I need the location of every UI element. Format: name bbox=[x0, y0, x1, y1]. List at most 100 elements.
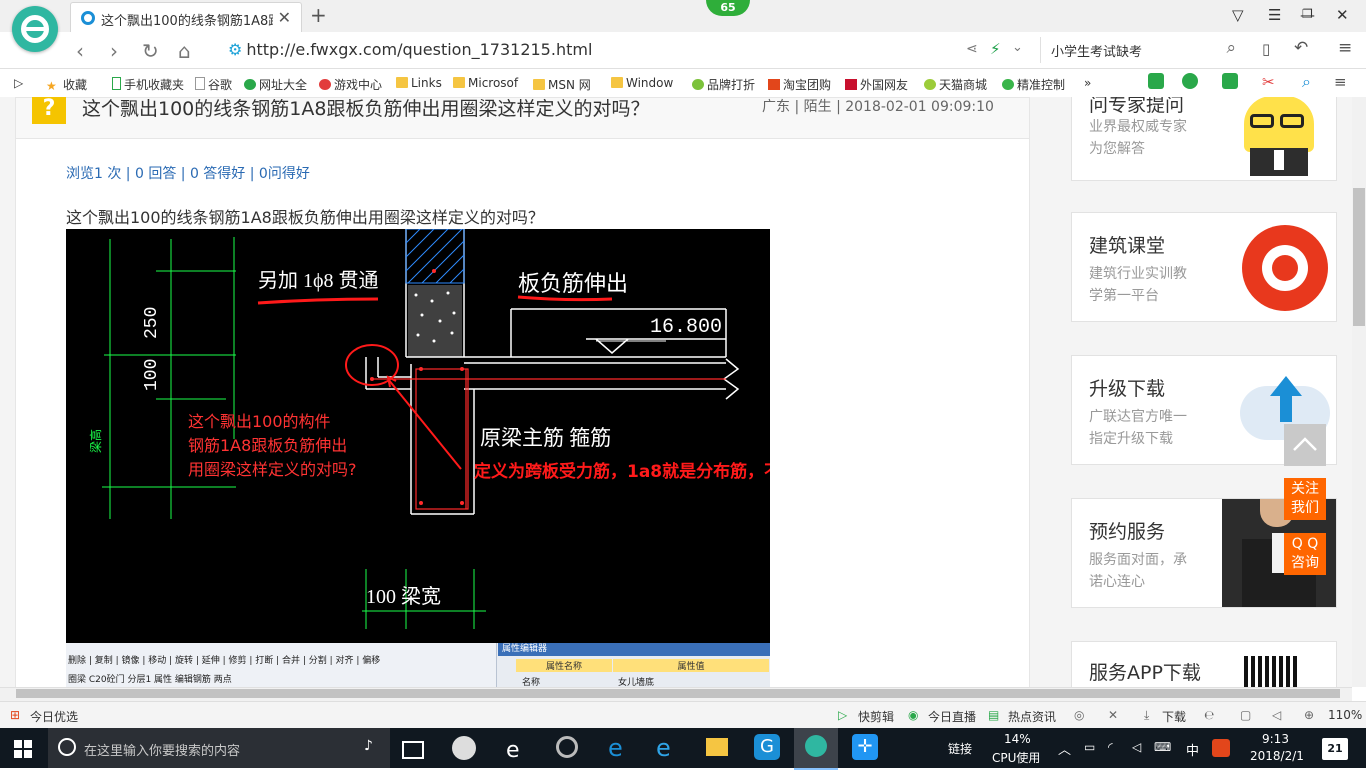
skin-icon[interactable]: ▽ bbox=[1232, 6, 1244, 24]
bookmark-favorites[interactable]: ★ 收藏 bbox=[46, 76, 87, 93]
app-swirl-icon[interactable] bbox=[556, 736, 578, 758]
bookmark-tmall[interactable]: 天猫商城 bbox=[924, 76, 987, 93]
restore-button[interactable]: ❐ bbox=[1302, 7, 1313, 21]
active-browser-task[interactable] bbox=[794, 728, 838, 770]
home-icon[interactable]: ⌂ bbox=[178, 39, 191, 63]
bookmark-msn[interactable]: MSN 网 bbox=[533, 76, 591, 93]
card-ask-expert[interactable]: 问专家提问 业界最权威专家 为您解答 bbox=[1071, 97, 1337, 181]
undo-icon[interactable]: ↶ bbox=[1294, 38, 1308, 58]
mic-icon[interactable]: ♪ bbox=[364, 738, 373, 754]
more-menu-icon[interactable]: ≡ bbox=[1338, 38, 1352, 58]
cad-note-3: 用圈梁这样定义的对吗? bbox=[188, 460, 357, 479]
cad-text-elevation: 16.800 bbox=[650, 316, 722, 339]
search-box[interactable]: 小学生考试缺考 ⌕ bbox=[1040, 37, 1246, 63]
card-building-class[interactable]: 建筑课堂 建筑行业实训教 学第一平台 bbox=[1071, 212, 1337, 322]
tray-ime[interactable]: 中 bbox=[1186, 740, 1199, 759]
bookmark-brand-sale[interactable]: 品牌打折 bbox=[692, 76, 755, 93]
browser-logo-icon[interactable] bbox=[12, 6, 58, 52]
bookmarks-more-icon[interactable]: » bbox=[1084, 76, 1091, 90]
url-field[interactable]: ⚙ http://e.fwxgx.com/question_1731215.htm… bbox=[228, 40, 592, 59]
speed-icon[interactable]: ◎ bbox=[1074, 708, 1084, 722]
bookmark-hao[interactable]: 网址大全 bbox=[244, 76, 307, 93]
app-ie-icon[interactable]: e bbox=[656, 734, 680, 762]
question-meta: 广东 | 陌生 | 2018-02-01 09:09:10 bbox=[762, 99, 994, 115]
zoom-level[interactable]: 110% bbox=[1328, 708, 1362, 722]
tools-icon[interactable]: ✕ bbox=[1108, 708, 1118, 722]
tray-chevron-icon[interactable]: ︿ bbox=[1058, 739, 1071, 758]
bookmark-precise[interactable]: 精准控制 bbox=[1002, 76, 1065, 93]
new-tab-button[interactable]: + bbox=[310, 3, 327, 27]
ext-search-icon[interactable]: ⌕ bbox=[1302, 72, 1311, 92]
clock-date[interactable]: 2018/2/1 bbox=[1250, 749, 1304, 763]
zoom-icon[interactable]: ⊕ bbox=[1304, 708, 1314, 722]
horizontal-scroll-thumb[interactable] bbox=[16, 689, 1340, 698]
clock-time[interactable]: 9:13 bbox=[1262, 732, 1289, 746]
volume-icon[interactable]: ◁ bbox=[1272, 708, 1281, 722]
file-explorer-icon[interactable] bbox=[706, 738, 728, 756]
card-title: 问专家提问 bbox=[1089, 97, 1185, 116]
bookmark-google[interactable]: 谷歌 bbox=[195, 76, 232, 93]
back-icon[interactable]: ‹ bbox=[76, 39, 84, 63]
status-item-3[interactable]: 下载 bbox=[1162, 708, 1186, 725]
news-icon: ▤ bbox=[988, 708, 1000, 722]
tab-active[interactable]: 这个飘出100的线条钢筋1A8跟板 ✕ bbox=[70, 2, 302, 32]
notification-center-icon[interactable]: 21 bbox=[1322, 738, 1348, 760]
back-to-top-button[interactable] bbox=[1284, 424, 1326, 466]
taskbar-search[interactable]: 在这里输入你要搜索的内容 ♪ bbox=[48, 728, 390, 768]
qq-consult-button[interactable]: Q Q 咨询 bbox=[1284, 533, 1326, 575]
cad-drawing-image[interactable]: 另加 1ϕ8 贯通 板负筋伸出 16.800 250 100 梁高 原梁主筋 箍… bbox=[66, 229, 770, 643]
vertical-scrollbar[interactable] bbox=[1352, 97, 1366, 687]
windows-start-icon[interactable] bbox=[14, 740, 32, 758]
search-icon[interactable]: ⌕ bbox=[1226, 38, 1236, 58]
ext-menu-icon[interactable]: ≡ bbox=[1334, 73, 1347, 91]
sidebar-toggle-icon[interactable]: ▷ bbox=[14, 76, 23, 90]
question-title: 这个飘出100的线条钢筋1A8跟板负筋伸出用圈梁这样定义的对吗？ bbox=[82, 98, 650, 120]
tray-keyboard-icon[interactable]: ⌨ bbox=[1154, 740, 1171, 754]
forward-icon[interactable]: › bbox=[110, 39, 118, 63]
cad-toolbar-1: 删除 | 复制 | 镜像 | 移动 | 旋转 | 延伸 | 修剪 | 打断 | … bbox=[68, 656, 381, 666]
tray-link[interactable]: 链接 bbox=[948, 740, 972, 757]
app-g-icon[interactable]: G bbox=[754, 734, 780, 760]
bolt-icon[interactable]: ⚡ bbox=[990, 40, 1001, 58]
bookmark-mobile[interactable]: 手机收藏夹 bbox=[112, 76, 184, 93]
today-picks-link[interactable]: 今日优选 bbox=[30, 708, 78, 725]
window-icon[interactable]: ▢ bbox=[1240, 708, 1251, 722]
app-plus-icon[interactable]: ✛ bbox=[852, 734, 878, 760]
app-e-icon[interactable]: e bbox=[506, 738, 530, 766]
status-item-2[interactable]: 热点资讯 bbox=[1008, 708, 1056, 725]
ext-book-icon[interactable] bbox=[1148, 73, 1164, 89]
chevron-down-icon[interactable]: ⌄ bbox=[1012, 40, 1023, 55]
bookmark-games[interactable]: 游戏中心 bbox=[319, 76, 382, 93]
menu-icon[interactable]: ☰ bbox=[1268, 6, 1281, 24]
share-icon[interactable]: ⋖ bbox=[966, 41, 978, 57]
bookmark-windows[interactable]: Window bbox=[611, 76, 673, 90]
ext-scissors-icon[interactable]: ✂ bbox=[1262, 73, 1275, 91]
vertical-scroll-thumb[interactable] bbox=[1353, 188, 1365, 326]
tray-volume-icon[interactable]: ◁ bbox=[1132, 740, 1141, 754]
ext-money-icon[interactable] bbox=[1182, 73, 1198, 89]
question-stats[interactable]: 浏览1 次 | 0 回答 | 0 答得好 | 0问得好 bbox=[66, 163, 310, 183]
cad-note-2: 钢筋1A8跟板负筋伸出 bbox=[188, 436, 347, 455]
follow-us-button[interactable]: 关注 我们 bbox=[1284, 478, 1326, 520]
tab-close-icon[interactable]: ✕ bbox=[278, 8, 291, 27]
tray-printer-icon[interactable]: ▭ bbox=[1084, 740, 1095, 754]
tray-sogou-icon[interactable] bbox=[1212, 739, 1230, 757]
app-fan-icon[interactable] bbox=[452, 736, 476, 760]
cpu-percent: 14% bbox=[1004, 732, 1031, 746]
status-item-0[interactable]: 快剪辑 bbox=[858, 708, 894, 725]
bookmark-links[interactable]: Links bbox=[396, 76, 442, 90]
mobile-icon[interactable]: ▯ bbox=[1262, 40, 1270, 58]
card-app-download[interactable]: 服务APP下载 bbox=[1071, 641, 1337, 687]
ie-icon[interactable]: ℮ bbox=[1204, 708, 1214, 722]
app-edge-icon[interactable]: e bbox=[608, 734, 632, 762]
tray-wifi-icon[interactable]: ◜ bbox=[1108, 740, 1113, 754]
bookmark-taobao[interactable]: 淘宝团购 bbox=[768, 76, 831, 93]
ext-plus-icon[interactable] bbox=[1222, 73, 1238, 89]
close-button[interactable]: ✕ bbox=[1336, 6, 1349, 24]
rebar-dots bbox=[370, 367, 464, 505]
status-item-1[interactable]: 今日直播 bbox=[928, 708, 976, 725]
bookmark-microsoft[interactable]: Microsof bbox=[453, 76, 518, 90]
refresh-icon[interactable]: ↻ bbox=[142, 39, 159, 63]
task-view-icon[interactable] bbox=[402, 741, 424, 759]
bookmark-foreign[interactable]: 外国网友 bbox=[845, 76, 908, 93]
